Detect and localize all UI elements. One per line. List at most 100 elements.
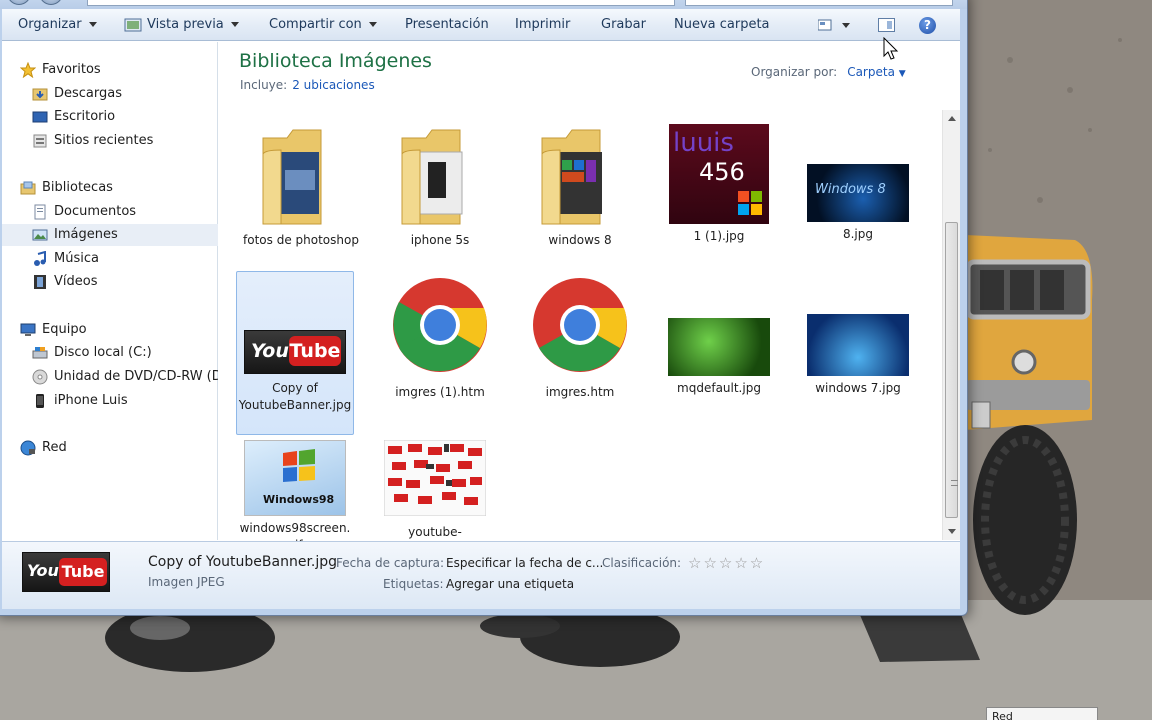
file-item-image[interactable]: mqdefault.jpg — [661, 276, 777, 397]
includes-label: Incluye: — [240, 78, 288, 92]
thumb-text: Windows 8 — [815, 182, 886, 197]
windows98-logo-icon — [283, 449, 315, 482]
hard-drive-icon — [32, 346, 48, 358]
nav-network[interactable]: Red — [20, 437, 67, 459]
details-thumbnail: You Tube — [22, 552, 110, 592]
back-button[interactable] — [7, 0, 31, 5]
file-item-html[interactable]: imgres.htm — [522, 276, 638, 401]
nav-documents[interactable]: Documentos — [32, 201, 136, 223]
image-thumbnail — [383, 439, 487, 517]
scroll-down-icon[interactable] — [948, 529, 956, 534]
nav-iphone-label: iPhone Luis — [54, 393, 128, 408]
file-item-image[interactable]: Windows 8 8.jpg — [800, 120, 916, 243]
rating-stars[interactable]: ☆☆☆☆☆ — [688, 554, 765, 572]
nav-favorites[interactable]: Favoritos — [20, 59, 101, 81]
slideshow-button[interactable]: Presentación — [405, 9, 489, 41]
thumb-text-you: You — [251, 340, 289, 362]
address-input[interactable] — [87, 0, 675, 6]
library-includes: Incluye: 2 ubicaciones — [240, 78, 375, 92]
file-item-image[interactable]: Windows98 windows98screen.gif — [236, 440, 354, 554]
chevron-down-icon — [88, 22, 97, 27]
network-icon — [20, 440, 36, 455]
file-item-folder[interactable]: fotos de photoshop — [243, 120, 359, 249]
nav-music[interactable]: Música — [32, 248, 99, 270]
nav-dvd-drive[interactable]: Unidad de DVD/CD-RW (D: — [32, 366, 218, 388]
file-item-folder[interactable]: windows 8 — [522, 120, 638, 249]
details-file-type: Imagen JPEG — [148, 575, 225, 589]
nav-downloads[interactable]: Descargas — [32, 83, 122, 105]
navigation-pane: Favoritos Descargas Escritorio Sitios re… — [2, 42, 218, 540]
view-icon — [817, 19, 850, 31]
image-thumbnail — [807, 314, 909, 376]
scroll-thumb[interactable] — [945, 222, 958, 518]
help-button[interactable]: ? — [919, 17, 936, 34]
file-grid: fotos de photoshop iphone 5s windows 8 l… — [219, 110, 940, 556]
windows-logo-icon — [738, 191, 762, 215]
burn-button[interactable]: Grabar — [601, 9, 646, 41]
arrange-by: Organizar por: Carpeta ▼ — [751, 65, 906, 79]
tags-value[interactable]: Agregar una etiqueta — [446, 577, 574, 591]
nav-iphone[interactable]: iPhone Luis — [32, 390, 128, 412]
thumb-text-you: You — [27, 561, 59, 580]
computer-icon — [20, 323, 36, 336]
print-button[interactable]: Imprimir — [515, 9, 570, 41]
recent-places-icon — [33, 134, 47, 147]
star-icon — [20, 61, 36, 78]
share-label: Compartir con — [269, 17, 362, 32]
thumb-text-tube: Tube — [289, 336, 341, 366]
organize-label: Organizar — [18, 17, 82, 32]
details-pane: You Tube Copy of YoutubeBanner.jpg Image… — [2, 541, 960, 609]
youtube-thumbnail: You Tube — [244, 330, 346, 374]
documents-icon — [34, 204, 46, 219]
file-item-image[interactable]: windows 7.jpg — [800, 276, 916, 397]
nav-videos[interactable]: Vídeos — [32, 271, 97, 293]
nav-recent[interactable]: Sitios recientes — [32, 130, 153, 152]
nav-desktop[interactable]: Escritorio — [32, 106, 115, 128]
details-file-name: Copy of YoutubeBanner.jpg — [148, 554, 338, 570]
folder-icon — [262, 129, 322, 225]
new-folder-button[interactable]: Nueva carpeta — [674, 9, 770, 41]
nav-music-label: Música — [54, 251, 99, 266]
dvd-drive-icon — [32, 369, 48, 384]
nav-pictures[interactable]: Imágenes — [2, 224, 218, 246]
phone-icon — [36, 393, 44, 408]
nav-computer[interactable]: Equipo — [20, 319, 87, 341]
downloads-folder-icon — [32, 88, 48, 100]
nav-libraries[interactable]: Bibliotecas — [20, 177, 113, 199]
vertical-scrollbar[interactable] — [942, 110, 960, 540]
file-item-selected[interactable]: You Tube Copy of YoutubeBanner.jpg — [236, 271, 354, 435]
file-item-image[interactable]: luuis 456 1 (1).jpg — [661, 120, 777, 245]
share-menu[interactable]: Compartir con — [269, 9, 377, 41]
nav-dvd-label: Unidad de DVD/CD-RW (D: — [54, 369, 218, 384]
includes-locations-link[interactable]: 2 ubicaciones — [292, 78, 374, 92]
nav-downloads-label: Descargas — [54, 86, 123, 101]
preview-pane-button[interactable] — [878, 18, 895, 32]
file-name: imgres.htm — [545, 385, 615, 399]
chevron-down-icon — [230, 22, 239, 27]
organize-menu[interactable]: Organizar — [18, 9, 97, 41]
scroll-up-icon[interactable] — [948, 116, 956, 121]
nav-pictures-label: Imágenes — [54, 227, 118, 242]
chrome-icon — [393, 278, 487, 372]
arrange-by-dropdown[interactable]: Carpeta ▼ — [847, 65, 905, 79]
forward-button[interactable] — [39, 0, 63, 5]
address-bar-strip: ▼ — [0, 0, 967, 9]
image-thumbnail — [668, 318, 770, 376]
search-input[interactable] — [685, 0, 953, 6]
file-item-html[interactable]: imgres (1).htm — [382, 276, 498, 401]
nav-desktop-label: Escritorio — [54, 109, 116, 124]
file-item-folder[interactable]: iphone 5s — [382, 120, 498, 249]
nav-computer-label: Equipo — [42, 322, 87, 337]
tags-label: Etiquetas: — [383, 577, 444, 591]
library-title: Biblioteca Imágenes — [239, 50, 432, 72]
capture-date-value[interactable]: Especificar la fecha de c... — [446, 556, 603, 570]
videos-icon — [34, 274, 46, 289]
desktop-icon — [32, 111, 48, 122]
change-view-button[interactable] — [817, 19, 856, 35]
preview-menu[interactable]: Vista previa — [124, 9, 239, 41]
file-name: imgres (1).htm — [395, 385, 485, 399]
nav-local-disk[interactable]: Disco local (C:) — [32, 342, 152, 364]
address-dropdown-icon[interactable]: ▼ — [655, 0, 662, 1]
thumb-text-tube: Tube — [59, 558, 107, 586]
thumb-text: Windows98 — [263, 493, 335, 506]
